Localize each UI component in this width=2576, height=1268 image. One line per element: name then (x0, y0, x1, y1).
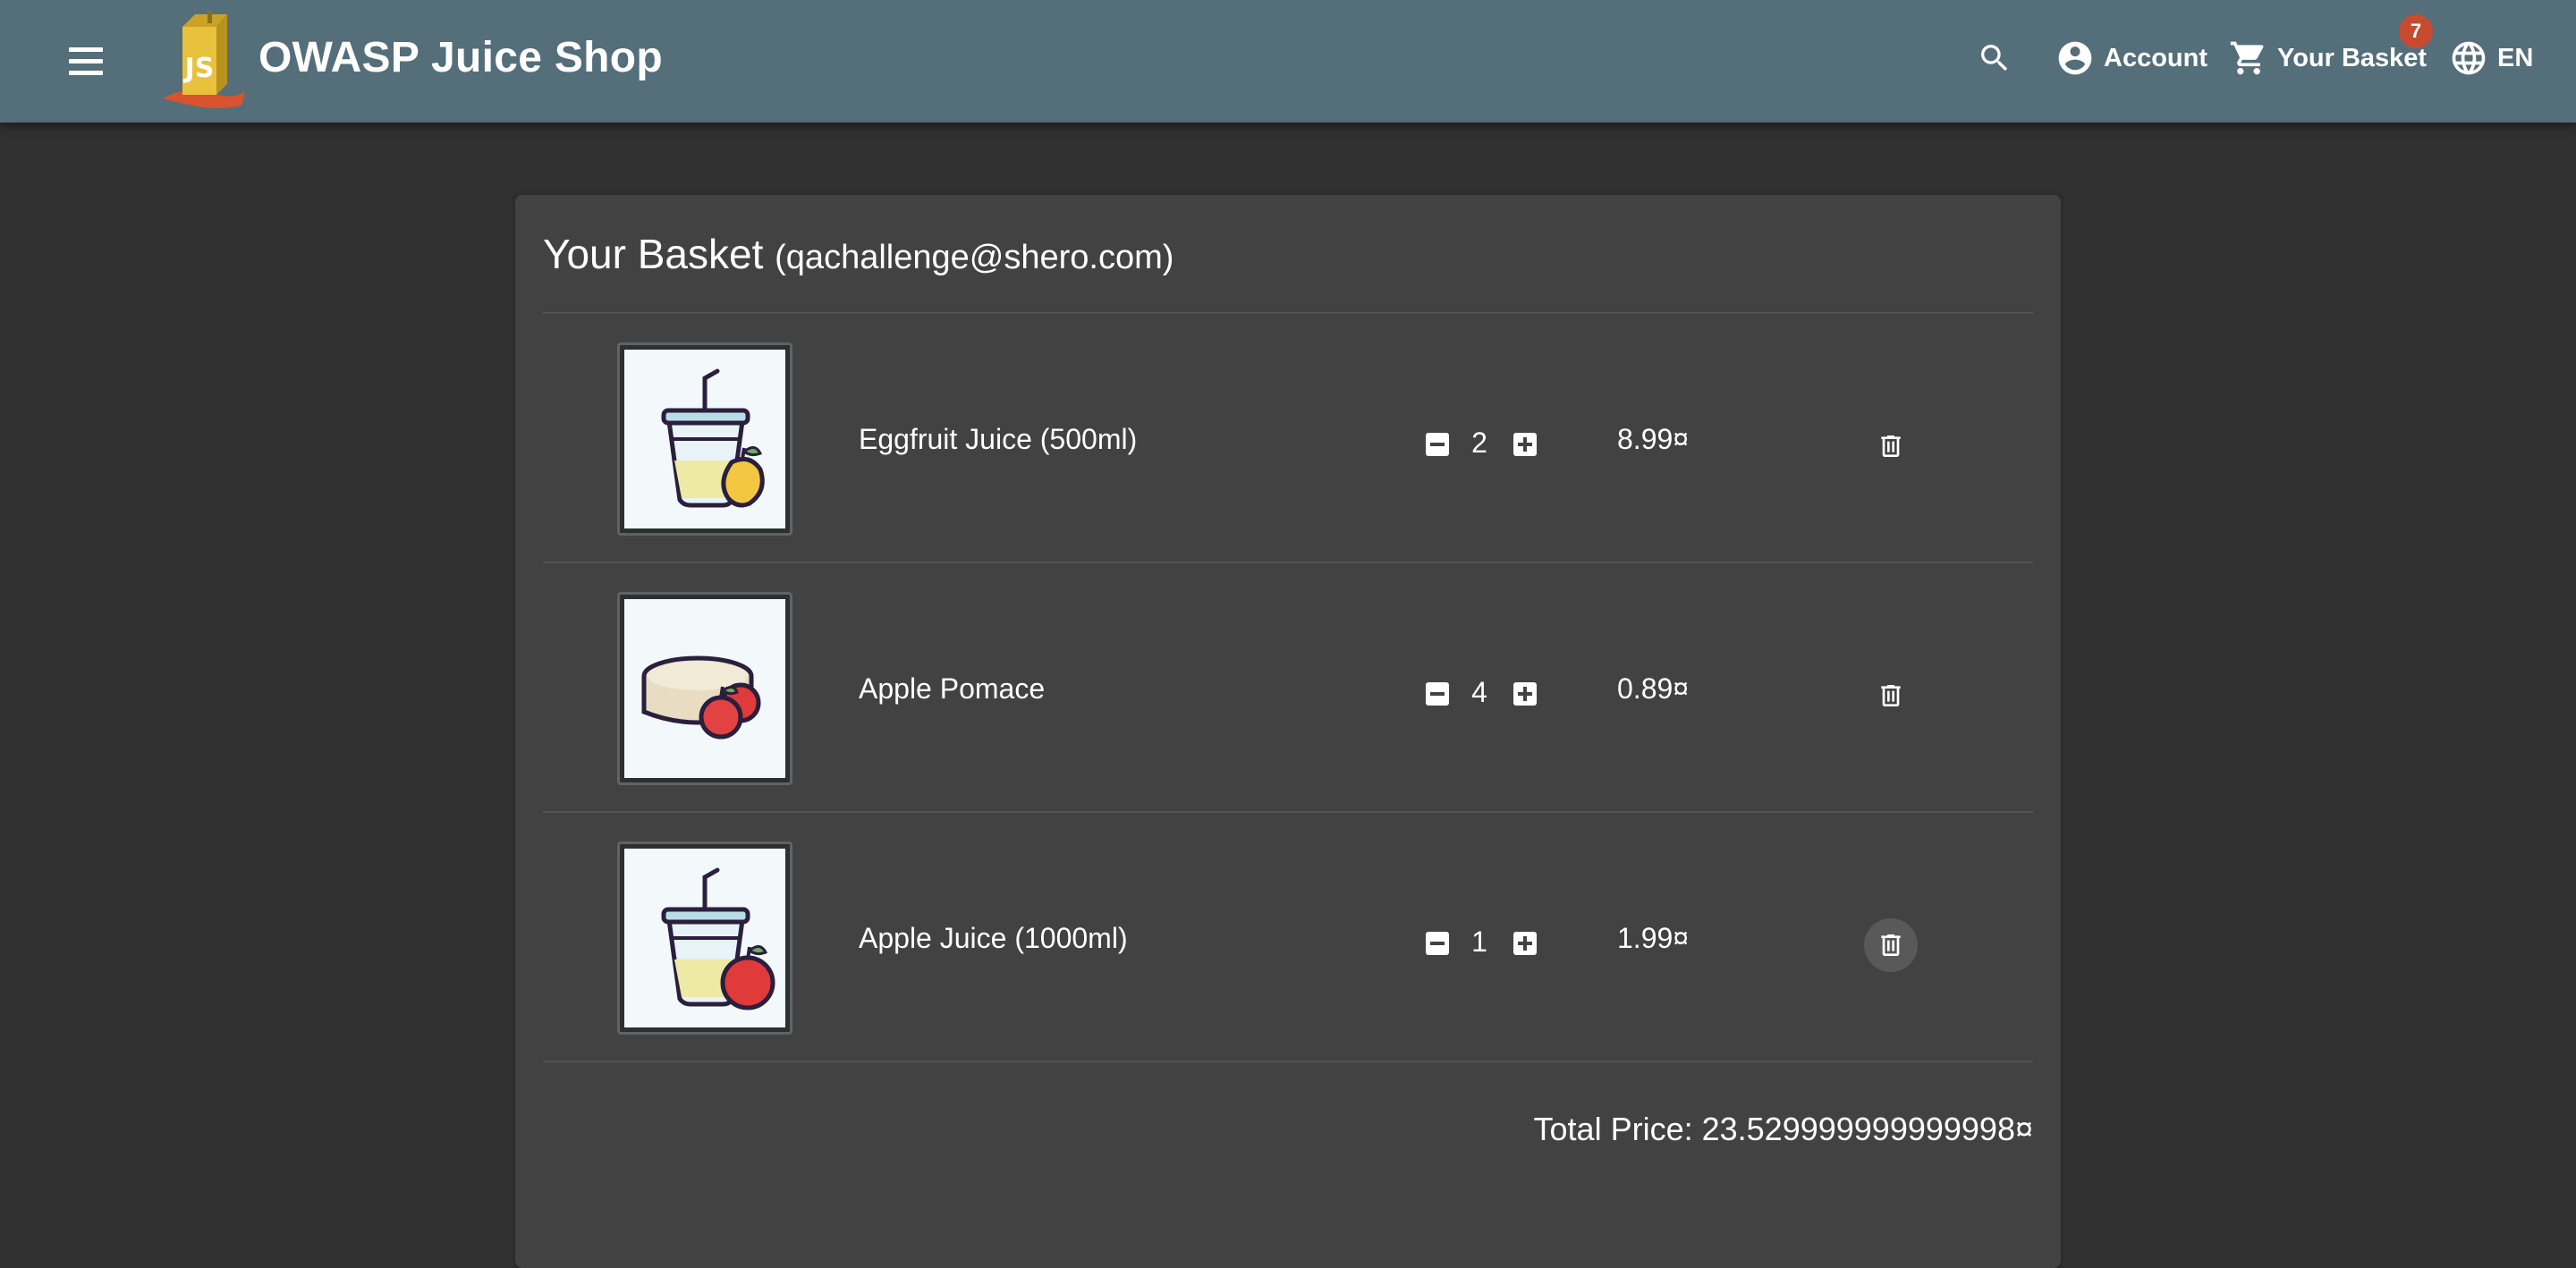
search-icon (1981, 45, 2008, 72)
decrease-quantity-button[interactable] (1426, 682, 1449, 706)
trash-icon (1881, 685, 1901, 706)
juice-shop-logo[interactable]: JS (157, 11, 250, 111)
app-title[interactable]: OWASP Juice Shop (258, 27, 663, 89)
basket-label: Your Basket (2277, 43, 2428, 72)
trash-icon (1881, 435, 1901, 457)
globe-icon (2452, 41, 2486, 75)
language-button[interactable]: EN (2449, 30, 2533, 86)
menu-icon-bar (69, 70, 103, 75)
quantity-value: 1 (1471, 926, 1487, 958)
shopping-cart-icon (2230, 41, 2264, 75)
delete-item-button[interactable] (1864, 419, 1918, 473)
product-price: 1.99¤ (1617, 922, 1690, 954)
minus-box-icon (1430, 692, 1445, 696)
product-image (617, 841, 792, 1035)
minus-box-icon (1430, 942, 1445, 945)
decrease-quantity-button[interactable] (1426, 433, 1449, 456)
search-button[interactable] (1968, 30, 2021, 86)
delete-item-button[interactable] (1864, 669, 1918, 723)
menu-icon-bar (69, 58, 103, 63)
basket-card: Your Basket (qachallenge@shero.com) Eggf… (515, 195, 2061, 1268)
product-name: Apple Pomace (859, 672, 1046, 705)
basket-title: Your Basket (qachallenge@shero.com) (543, 227, 1174, 284)
account-button[interactable]: Account (2055, 30, 2207, 86)
decrease-quantity-button[interactable] (1426, 932, 1449, 955)
top-toolbar: JS OWASP Juice Shop Account Your Basket … (0, 0, 2576, 123)
product-image (617, 592, 792, 785)
user-email: (qachallenge@shero.com) (775, 239, 1174, 276)
account-circle-icon (2058, 41, 2092, 75)
trash-icon (1881, 934, 1901, 956)
basket-row: Apple Pomace 4 0.89¤ (515, 563, 2061, 812)
increase-quantity-button[interactable] (1513, 433, 1537, 456)
minus-box-icon (1430, 443, 1445, 446)
increase-quantity-button[interactable] (1513, 682, 1537, 706)
divider (543, 1061, 2033, 1062)
language-label: EN (2497, 43, 2534, 72)
product-price: 0.89¤ (1617, 672, 1690, 705)
product-price: 8.99¤ (1617, 423, 1690, 455)
quantity-value: 2 (1471, 427, 1487, 459)
basket-heading: Your Basket (543, 231, 764, 277)
product-name: Apple Juice (1000ml) (859, 922, 1128, 954)
increase-quantity-button[interactable] (1513, 932, 1537, 955)
total-price: Total Price: 23.529999999999998¤ (1533, 1111, 2033, 1147)
delete-item-button[interactable] (1864, 918, 1918, 972)
account-label: Account (2104, 43, 2207, 72)
quantity-value: 4 (1471, 676, 1487, 708)
svg-text:JS: JS (183, 53, 215, 84)
menu-icon-bar (69, 46, 103, 52)
product-image (617, 342, 792, 536)
menu-button[interactable] (59, 36, 113, 86)
basket-count-badge: 7 (2399, 14, 2433, 48)
product-name: Eggfruit Juice (500ml) (859, 423, 1138, 455)
basket-row: Apple Juice (1000ml) 1 1.99¤ (515, 813, 2061, 1061)
basket-row: Eggfruit Juice (500ml) 2 8.99¤ (515, 314, 2061, 562)
basket-button[interactable]: Your Basket (2229, 30, 2427, 86)
